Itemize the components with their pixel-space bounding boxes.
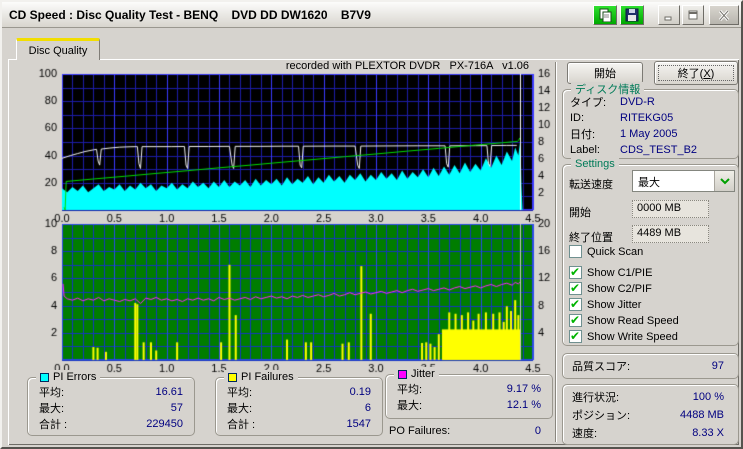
disc-id-row: ID: RITEKG05 [570, 112, 674, 124]
close-icon [718, 9, 730, 21]
quick-scan-checkbox[interactable] [569, 245, 582, 258]
show-c1-pie-checkbox[interactable] [569, 265, 582, 279]
pi-errors-title: PI Errors [53, 371, 97, 383]
speed-label: 転送速度 [569, 179, 613, 191]
jitter-avg-row: 平均: 9.17 % [397, 383, 541, 396]
jitter-box: Jitter 平均: 9.17 % 最大: 12.1 % [385, 367, 553, 419]
quality-charts [22, 62, 557, 374]
pi-failures-avg-row: 平均: 0.19 [227, 386, 371, 399]
show-jitter-label: Show Jitter [587, 299, 642, 311]
settings-group-title: Settings [571, 157, 619, 171]
disc-date-row: 日付: 1 May 2005 [570, 128, 678, 141]
quality-score-value: 97 [711, 360, 724, 372]
show-write-speed-checkbox[interactable] [569, 329, 582, 343]
pi-failures-box: PI Failures 平均: 0.19 最大: 6 合計 :1547 [215, 370, 383, 436]
close-button[interactable] [709, 5, 739, 25]
maximize-button[interactable] [682, 5, 704, 25]
pi-failures-total-row: 合計 :1547 [227, 418, 371, 431]
position-row: ポジション: 4488 MB [572, 409, 724, 422]
show-read-speed-checkbox[interactable] [569, 313, 582, 327]
panel-separator [555, 62, 557, 442]
jitter-max-row: 最大: 12.1 % [397, 399, 541, 412]
show-c2-pif-label: Show C2/PIF [587, 283, 652, 295]
exit-button[interactable]: 終了(X) [654, 61, 738, 85]
pi-errors-avg-row: 平均: 16.61 [39, 386, 183, 399]
show-c1-pie-label: Show C1/PIE [587, 267, 653, 279]
jitter-box-title: Jitter [394, 367, 439, 381]
quality-score-label: 品質スコア: [572, 361, 631, 373]
maximize-icon [688, 10, 698, 20]
speed-select-value: 最大 [638, 177, 660, 189]
titlebar: CD Speed : Disc Quality Test - BENQ DVD … [2, 2, 741, 28]
pi-errors-swatch [40, 372, 49, 382]
quick-scan-label: Quick Scan [587, 246, 644, 258]
po-failures-label: PO Failures: [389, 425, 451, 437]
quality-score-row: 品質スコア: 97 [563, 354, 738, 378]
chevron-down-icon [719, 178, 730, 185]
copy-icon [599, 8, 612, 22]
pi-failures-title: PI Failures [241, 371, 294, 383]
minimize-icon [664, 16, 672, 21]
pi-failures-swatch [228, 372, 237, 382]
show-read-speed-label: Show Read Speed [587, 315, 679, 327]
pi-errors-total-row: 合計 :229450 [39, 418, 183, 431]
end-position-label: 終了位置 [569, 232, 613, 244]
pi-errors-box: PI Errors 平均: 16.61 最大: 57 合計 :229450 [27, 370, 195, 436]
start-position-label: 開始 [569, 207, 591, 219]
pi-failures-box-title: PI Failures [224, 370, 298, 384]
start-button-label: 開始 [594, 68, 616, 80]
progress-row: 進行状況: 100 % [572, 391, 724, 404]
window-title: CD Speed : Disc Quality Test - BENQ DVD … [9, 8, 371, 22]
disc-label-row: Label: CDS_TEST_B2 [570, 144, 698, 156]
start-position-field[interactable]: 0000 MB [632, 200, 709, 218]
status-box: 進行状況: 100 % ポジション: 4488 MB 速度: 8.33 X [562, 384, 739, 445]
quality-score-box: 品質スコア: 97 [562, 353, 739, 379]
speed-select[interactable]: 最大 [632, 170, 735, 192]
show-write-speed-label: Show Write Speed [587, 331, 678, 343]
pi-errors-box-title: PI Errors [36, 370, 101, 384]
show-c2-pif-checkbox[interactable] [569, 281, 582, 295]
save-icon [625, 8, 639, 22]
tab-disc-quality[interactable]: Disc Quality [16, 38, 100, 60]
speed-select-button[interactable] [714, 171, 734, 191]
po-failures-value: 0 [534, 425, 541, 437]
app-window: CD Speed : Disc Quality Test - BENQ DVD … [0, 0, 743, 449]
disc-info-group: ディスク情報 タイプ: DVD-R ID: RITEKG05 日付: 1 May 20… [562, 82, 739, 159]
disc-info-group-title: ディスク情報 [571, 82, 645, 96]
save-button[interactable] [620, 5, 644, 25]
tab-label: Disc Quality [28, 44, 88, 57]
pi-errors-max-row: 最大: 57 [39, 402, 183, 415]
jitter-swatch [398, 369, 407, 379]
copy-button[interactable] [593, 5, 617, 25]
speed-row: 速度: 8.33 X [572, 427, 724, 440]
pi-failures-max-row: 最大: 6 [227, 402, 371, 415]
end-position-field[interactable]: 4489 MB [632, 225, 709, 243]
jitter-title: Jitter [411, 368, 435, 380]
show-jitter-checkbox[interactable] [569, 297, 582, 311]
minimize-button[interactable] [658, 5, 680, 25]
exit-button-label: 終了(X) [677, 68, 715, 80]
po-failures-row: PO Failures: 0 [385, 422, 545, 440]
